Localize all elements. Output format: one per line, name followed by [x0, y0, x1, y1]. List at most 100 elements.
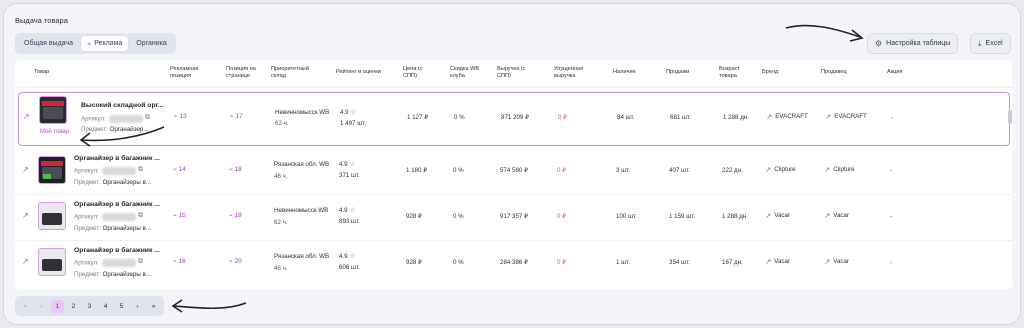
- col-price[interactable]: Цена (с СПП): [403, 66, 431, 80]
- warehouse-name: Невинномысск WB: [274, 207, 329, 214]
- col-page-position[interactable]: Позиция на странице: [226, 66, 266, 80]
- brand-link[interactable]: ↗ Vacar: [765, 257, 790, 266]
- ad-position-badge[interactable]: ⌁ 14: [173, 166, 186, 173]
- tab-general[interactable]: Общая выдача: [18, 36, 79, 51]
- col-ad-position[interactable]: Рекламная позиция: [170, 66, 214, 80]
- tab-label: Реклама: [94, 40, 123, 47]
- col-rating[interactable]: Рейтинг и оценки: [336, 69, 381, 76]
- reviews-count: 893 шт.: [339, 218, 360, 225]
- ad-position-badge[interactable]: ⌁ 16: [173, 258, 186, 265]
- revenue-value: 871 209 ₽: [501, 114, 530, 121]
- settings-label: Настройка таблицы: [886, 40, 951, 47]
- rating-value: 4.9 ☆: [340, 109, 357, 116]
- article-redacted: [108, 115, 143, 123]
- table-settings-button[interactable]: ⚙ Настройка таблицы: [867, 33, 959, 54]
- discount-value: 0 %: [453, 259, 464, 266]
- table-row[interactable]: ↗ Органайзер в багажник ... Артикул: ⧉ П…: [15, 241, 1012, 287]
- page-button-2[interactable]: 2: [67, 300, 80, 313]
- page-position-badge[interactable]: ⌁ 19: [229, 212, 242, 219]
- product-thumbnail[interactable]: [39, 96, 67, 124]
- external-link-icon[interactable]: ↗: [22, 211, 29, 220]
- product-name[interactable]: Органайзер в багажник ...: [74, 201, 160, 208]
- brand-link[interactable]: ↗ Vacar: [765, 211, 790, 220]
- col-seller[interactable]: Продавец: [821, 69, 847, 76]
- col-stock[interactable]: Наличие: [613, 69, 636, 76]
- tab-label: Органика: [136, 40, 167, 47]
- external-link-icon[interactable]: ↗: [22, 165, 29, 174]
- tab-bar: Общая выдача ⌁ Реклама Органика: [15, 33, 176, 54]
- seller-link[interactable]: ↗ Vacar: [824, 257, 849, 266]
- annotation-arrow-pagination: [171, 299, 247, 313]
- age-value: 222 дн.: [722, 167, 743, 174]
- promo-value: -: [890, 213, 893, 220]
- reviews-count: 1 497 шт.: [340, 120, 367, 127]
- article-label: Артикул:: [74, 213, 136, 221]
- col-sales[interactable]: Продажи: [666, 69, 689, 76]
- page-position-badge[interactable]: ⌁ 17: [230, 113, 243, 120]
- copy-icon[interactable]: ⧉: [145, 114, 150, 122]
- product-name[interactable]: Органайзер в багажник ...: [74, 247, 160, 254]
- brand-link[interactable]: ↗ Clipture: [765, 165, 796, 174]
- prev-page-button[interactable]: ‹: [35, 300, 48, 313]
- seller-link[interactable]: ↗ EVACRAFT: [825, 112, 867, 121]
- next-page-button[interactable]: ›: [131, 300, 144, 313]
- page-button-3[interactable]: 3: [83, 300, 96, 313]
- page-button-4[interactable]: 4: [99, 300, 112, 313]
- table-row[interactable]: ↗ Органайзер в багажник ... Артикул: ⧉ П…: [15, 149, 1012, 195]
- last-page-button[interactable]: »: [147, 300, 160, 313]
- col-brand[interactable]: Бренд: [762, 69, 778, 76]
- copy-icon[interactable]: ⧉: [138, 212, 143, 220]
- copy-icon[interactable]: ⧉: [138, 166, 143, 174]
- first-page-button[interactable]: «: [19, 300, 32, 313]
- rating-value: 4.9 ☆: [339, 253, 356, 260]
- page-position-badge[interactable]: ⌁ 20: [229, 258, 242, 265]
- page-button-1[interactable]: 1: [51, 299, 64, 313]
- brand-link[interactable]: ↗ EVACRAFT: [766, 112, 808, 121]
- promo-value: -: [890, 167, 893, 174]
- excel-button[interactable]: ⤓ Excel: [970, 33, 1011, 54]
- external-link-icon[interactable]: ↗: [22, 257, 29, 266]
- article-label: Артикул:: [74, 167, 136, 175]
- product-thumbnail[interactable]: [38, 248, 66, 276]
- external-link-icon: ↗: [824, 165, 831, 174]
- price-value: 928 ₽: [406, 213, 422, 220]
- copy-icon[interactable]: ⧉: [138, 258, 143, 266]
- tab-ads[interactable]: ⌁ Реклама: [80, 36, 129, 51]
- app-frame: Выдача товара Общая выдача ⌁ Реклама Орга…: [3, 3, 1021, 325]
- product-thumbnail[interactable]: [38, 202, 66, 230]
- rating-value: 4.9 ☆: [339, 161, 356, 168]
- vertical-scrollbar[interactable]: [1007, 60, 1013, 289]
- tab-organic[interactable]: Органика: [130, 36, 173, 51]
- col-age[interactable]: Возраст товара: [719, 66, 753, 80]
- product-thumbnail[interactable]: [38, 156, 66, 184]
- table-row[interactable]: ↗ Органайзер в багажник ... Артикул: ⧉ П…: [15, 195, 1012, 241]
- external-link-icon: ↗: [824, 211, 831, 220]
- ad-position-badge[interactable]: ⌁ 15: [173, 212, 186, 219]
- col-revenue[interactable]: Выручка (с СПП): [497, 66, 531, 80]
- product-name[interactable]: Органайзер в багажник ...: [74, 155, 160, 162]
- col-discount[interactable]: Скидка WB клуба: [450, 66, 482, 80]
- col-warehouse[interactable]: Приоритетный склад: [271, 66, 315, 80]
- seller-link[interactable]: ↗ Clipture: [824, 165, 855, 174]
- scrollbar-thumb[interactable]: [1008, 110, 1012, 124]
- age-value: 167 дн.: [722, 259, 743, 266]
- ad-position-badge[interactable]: ⌁ 13: [174, 113, 187, 120]
- link-icon: ⌁: [229, 167, 233, 173]
- link-icon: ⌁: [173, 259, 177, 265]
- col-product[interactable]: Товар: [34, 69, 49, 76]
- star-icon: ☆: [349, 253, 356, 260]
- external-link-icon[interactable]: ↗: [23, 112, 30, 121]
- col-lost-revenue[interactable]: Упущенная выручка: [554, 66, 590, 80]
- age-value: 1 288 дн.: [722, 213, 748, 220]
- page-button-5[interactable]: 5: [115, 300, 128, 313]
- product-name[interactable]: Высокий складной орг...: [81, 102, 163, 109]
- star-icon: ☆: [349, 161, 356, 168]
- delivery-hours: 46 ч.: [274, 265, 288, 272]
- seller-link[interactable]: ↗ Vacar: [824, 211, 849, 220]
- article-label: Артикул:: [74, 259, 136, 267]
- col-promo[interactable]: Акция: [887, 69, 903, 76]
- revenue-value: 284 386 ₽: [500, 259, 529, 266]
- page-position-badge[interactable]: ⌁ 18: [229, 166, 242, 173]
- link-icon: ⌁: [174, 114, 178, 120]
- article-label: Артикул:: [81, 115, 143, 123]
